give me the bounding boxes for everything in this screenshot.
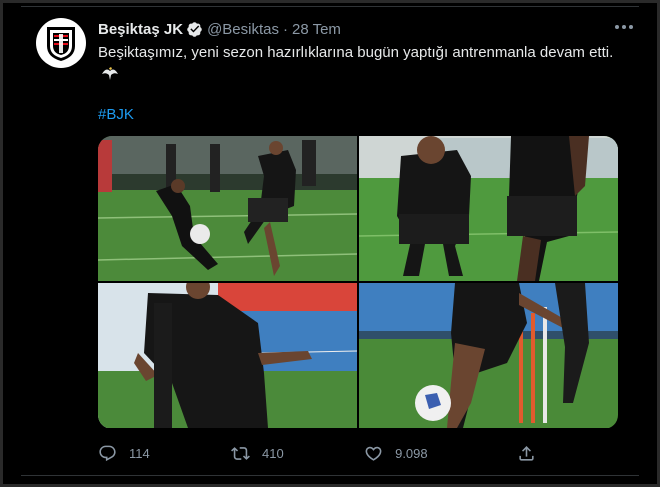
verified-badge-icon bbox=[186, 21, 203, 38]
share-icon bbox=[519, 445, 534, 461]
tweet-header: Beşiktaş JK @Besiktas · 28 Tem bbox=[98, 18, 618, 40]
more-dot-icon bbox=[615, 25, 619, 29]
reply-icon bbox=[99, 445, 116, 461]
avatar[interactable] bbox=[36, 18, 86, 68]
handle[interactable]: @Besiktas bbox=[207, 21, 279, 38]
photo-4[interactable] bbox=[359, 283, 618, 428]
retweet-button[interactable]: 410 bbox=[231, 444, 364, 463]
heart-icon bbox=[365, 446, 382, 461]
divider bbox=[21, 475, 639, 476]
reply-button[interactable]: 114 bbox=[98, 444, 231, 463]
besiktas-logo-icon bbox=[47, 27, 75, 61]
tweet-body: Beşiktaşımız, yeni sezon hazırlıklarına … bbox=[98, 44, 614, 61]
divider bbox=[21, 6, 639, 7]
share-button[interactable] bbox=[517, 444, 548, 463]
tweet-text: Beşiktaşımız, yeni sezon hazırlıklarına … bbox=[98, 42, 618, 145]
hashtag-link[interactable]: #BJK bbox=[98, 106, 134, 123]
reply-count: 114 bbox=[129, 445, 150, 461]
more-options-button[interactable] bbox=[612, 18, 636, 36]
like-count: 9.098 bbox=[395, 445, 428, 461]
more-dot-icon bbox=[629, 25, 633, 29]
separator: · bbox=[282, 20, 288, 38]
photo-1[interactable] bbox=[98, 136, 357, 281]
tweet[interactable]: Beşiktaş JK @Besiktas · 28 Tem Beşiktaşı… bbox=[36, 14, 636, 474]
more-dot-icon bbox=[622, 25, 626, 29]
timestamp[interactable]: 28 Tem bbox=[292, 21, 341, 38]
like-button[interactable]: 9.098 bbox=[364, 444, 517, 463]
photo-3[interactable] bbox=[98, 283, 357, 428]
photo-2[interactable] bbox=[359, 136, 618, 281]
retweet-icon bbox=[231, 446, 250, 460]
tweet-actions: 114 410 9.098 bbox=[98, 442, 548, 464]
retweet-count: 410 bbox=[262, 445, 284, 461]
media-grid bbox=[98, 136, 618, 429]
display-name[interactable]: Beşiktaş JK bbox=[98, 21, 183, 38]
eagle-icon bbox=[101, 65, 119, 81]
